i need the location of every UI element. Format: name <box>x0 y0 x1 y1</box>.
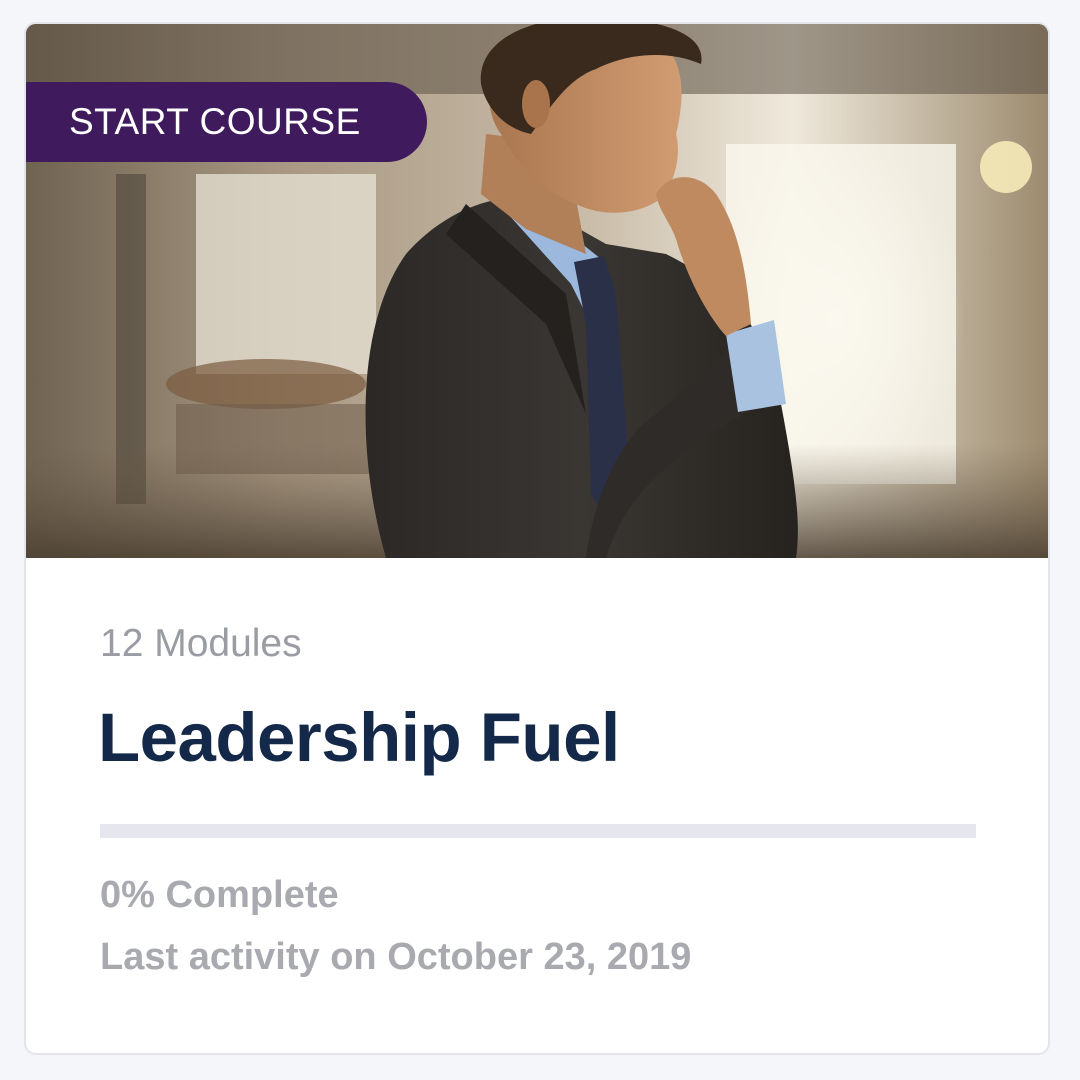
start-course-button[interactable]: START COURSE <box>26 82 427 162</box>
course-title[interactable]: Leadership Fuel <box>98 698 620 777</box>
course-details: 12 Modules Leadership Fuel 0% Complete L… <box>26 558 1048 1053</box>
module-count: 12 Modules <box>100 622 302 665</box>
last-activity: Last activity on October 23, 2019 <box>100 936 692 978</box>
completion-status: 0% Complete <box>100 874 339 916</box>
course-image[interactable]: START COURSE <box>26 24 1048 558</box>
course-card[interactable]: START COURSE 12 Modules Leadership Fuel … <box>24 22 1050 1055</box>
progress-bar <box>100 824 976 838</box>
